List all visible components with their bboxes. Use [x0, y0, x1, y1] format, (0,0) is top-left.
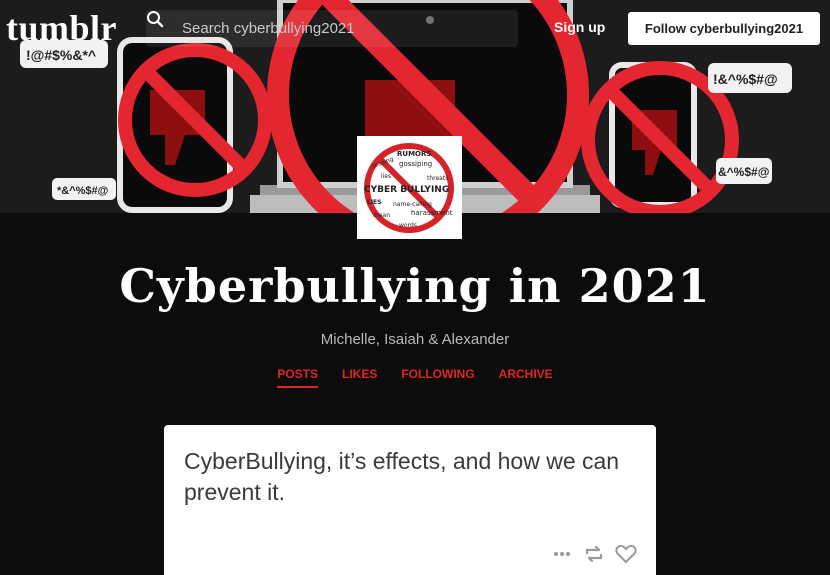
tab-following[interactable]: FOLLOWING [401, 367, 474, 388]
avatar-word: lies [381, 173, 391, 180]
avatar-word: LIES [367, 199, 381, 206]
tab-archive[interactable]: ARCHIVE [499, 367, 553, 388]
tumblr-logo[interactable]: tumblr [6, 6, 117, 50]
top-bar: tumblr Sign up Follow cyberbullying2021 [0, 0, 830, 58]
reblog-icon[interactable] [582, 543, 606, 565]
avatar-word: harassment [411, 209, 453, 217]
search-bar[interactable] [146, 10, 518, 47]
avatar-word: RUMORS [397, 150, 431, 158]
blog-nav: POSTS LIKES FOLLOWING ARCHIVE [0, 367, 830, 388]
avatar-word: CYBER BULLYING [364, 185, 449, 195]
post-actions [550, 543, 638, 565]
heart-icon[interactable] [614, 543, 638, 565]
more-icon[interactable] [550, 543, 574, 565]
blog-subtitle: Michelle, Isaiah & Alexander [320, 331, 510, 348]
sign-up-button[interactable]: Sign up [554, 19, 605, 35]
post-text: CyberBullying, it’s effects, and how we … [184, 448, 620, 505]
tab-likes[interactable]: LIKES [342, 367, 377, 388]
banner-bubble-2: *&^%$#@ [57, 185, 109, 197]
avatar-word: threats [427, 175, 448, 182]
no-cyberbullying-logo: RUMORS teasing gossiping lies threats CY… [359, 138, 460, 237]
banner-bubble-4: &^%$#@ [718, 165, 769, 179]
avatar-word: mean [373, 212, 390, 219]
avatar-word: words [399, 222, 417, 229]
search-icon [146, 10, 182, 47]
tab-posts[interactable]: POSTS [277, 367, 318, 388]
search-input[interactable] [182, 20, 502, 37]
banner-bubble-3: !&^%$#@ [713, 71, 778, 87]
follow-button[interactable]: Follow cyberbullying2021 [628, 12, 820, 45]
blog-title: Cyberbullying in 2021 [119, 259, 711, 313]
avatar-word: name-calling [393, 201, 432, 208]
avatar[interactable]: RUMORS teasing gossiping lies threats CY… [357, 136, 462, 239]
avatar-word: gossiping [399, 160, 432, 168]
